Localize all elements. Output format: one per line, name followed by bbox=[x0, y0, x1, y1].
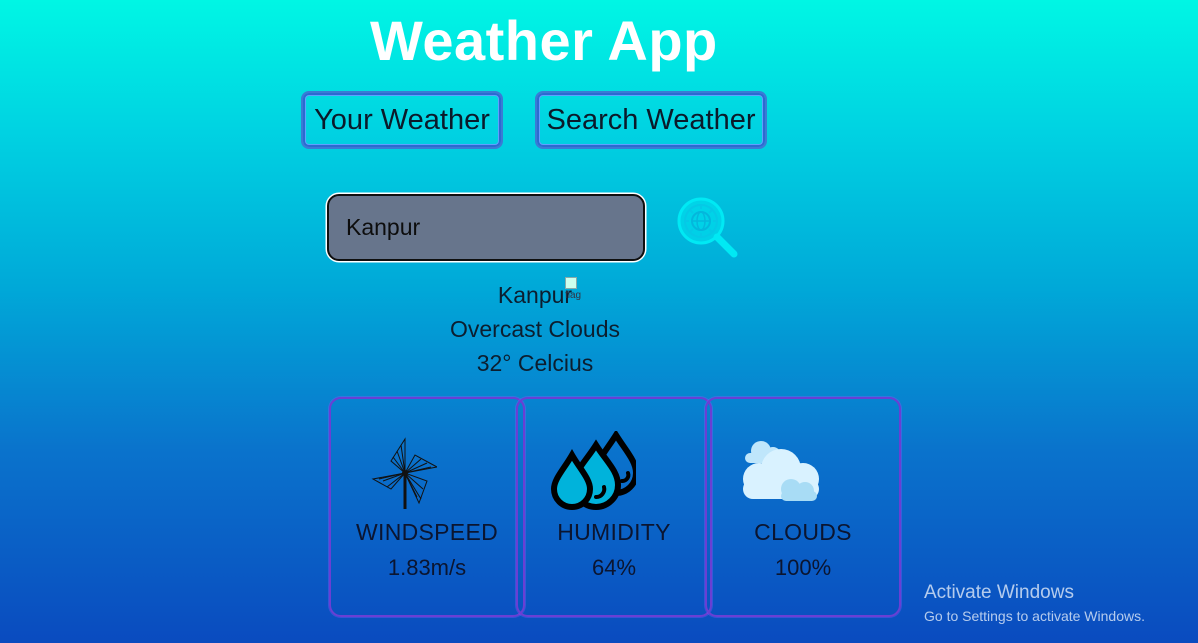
windspeed-card: WINDSPEED 1.83m/s bbox=[329, 397, 525, 617]
windspeed-value: 1.83m/s bbox=[387, 555, 467, 580]
humidity-card: HUMIDITY 64% bbox=[516, 397, 712, 617]
tab-search-weather[interactable]: Search Weather bbox=[535, 91, 767, 149]
temperature: 32° Celcius bbox=[476, 350, 594, 376]
tab-your-weather[interactable]: Your Weather bbox=[301, 91, 503, 149]
city-search-input[interactable] bbox=[327, 194, 645, 261]
watermark-title: Activate Windows bbox=[924, 582, 1074, 603]
weather-description: Overcast Clouds bbox=[449, 316, 620, 342]
clouds-icon bbox=[743, 441, 819, 501]
windspeed-label: WINDSPEED bbox=[356, 519, 498, 545]
weather-city-row: Kanpur bbox=[420, 282, 650, 309]
magnifier-globe-icon bbox=[677, 197, 738, 258]
pinwheel-icon bbox=[371, 437, 437, 509]
country-flag-image: flag bbox=[565, 277, 593, 305]
water-drops-icon bbox=[550, 431, 636, 510]
humidity-value: 64% bbox=[591, 555, 637, 580]
clouds-label: CLOUDS bbox=[754, 519, 852, 545]
search-button[interactable] bbox=[674, 196, 740, 260]
windows-activation-watermark: Activate Windows Go to Settings to activ… bbox=[924, 582, 1145, 624]
clouds-value: 100% bbox=[774, 555, 832, 580]
clouds-card: CLOUDS 100% bbox=[705, 397, 901, 617]
broken-image-icon bbox=[565, 277, 577, 289]
watermark-subtitle: Go to Settings to activate Windows. bbox=[924, 608, 1145, 624]
flag-alt-text: flag bbox=[565, 290, 582, 301]
app-title: Weather App bbox=[370, 9, 718, 72]
humidity-label: HUMIDITY bbox=[557, 519, 671, 545]
city-name: Kanpur bbox=[497, 282, 573, 308]
